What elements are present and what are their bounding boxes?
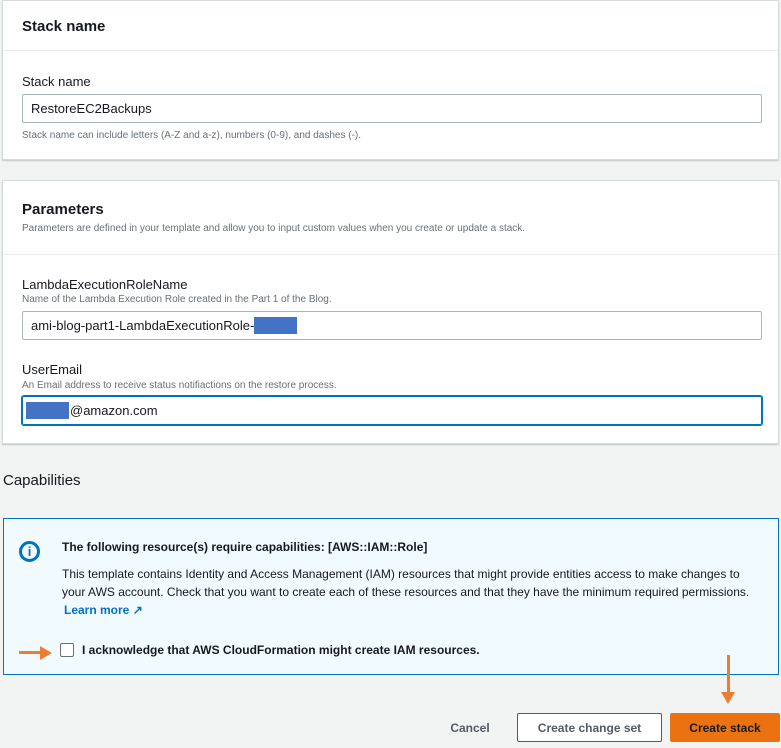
field-label: LambdaExecutionRoleName (22, 277, 188, 292)
redaction (26, 402, 69, 419)
panel-description: Parameters are defined in your template … (22, 223, 526, 234)
cancel-button[interactable]: Cancel (440, 713, 500, 742)
create-change-set-button[interactable]: Create change set (517, 713, 662, 742)
redaction (254, 317, 298, 334)
panel-title: Parameters (22, 201, 104, 218)
stack-name-hint: Stack name can include letters (A-Z and … (22, 130, 362, 141)
field-description: An Email address to receive status notif… (22, 380, 337, 391)
info-body: This template contains Identity and Acce… (62, 567, 750, 599)
panel-title: Stack name (22, 18, 106, 35)
input-value: @amazon.com (70, 403, 158, 418)
input-value: RestoreEC2Backups (31, 101, 152, 116)
capabilities-info-box: i The following resource(s) require capa… (3, 518, 779, 675)
info-icon: i (19, 541, 40, 562)
parameters-panel: Parameters Parameters are defined in you… (2, 180, 779, 444)
annotation-arrowhead-icon (40, 646, 52, 660)
annotation-arrowhead-icon (721, 692, 735, 704)
field-description: Name of the Lambda Execution Role create… (22, 294, 332, 305)
stack-name-panel: Stack name Stack name RestoreEC2Backups … (2, 0, 779, 160)
acknowledge-label[interactable]: I acknowledge that AWS CloudFormation mi… (82, 643, 480, 657)
acknowledge-checkbox[interactable] (60, 643, 74, 657)
input-value: ami-blog-part1-LambdaExecutionRole- (31, 318, 255, 333)
stack-name-label: Stack name (22, 74, 91, 89)
link-label: Learn more (64, 603, 130, 617)
learn-more-link[interactable]: Learn more ↗ (64, 603, 143, 617)
lambda-role-input[interactable]: ami-blog-part1-LambdaExecutionRole- (22, 311, 762, 340)
annotation-arrow-icon (727, 655, 730, 695)
capabilities-heading: Capabilities (3, 472, 81, 489)
create-stack-button[interactable]: Create stack (670, 713, 780, 742)
external-link-icon: ↗ (132, 603, 143, 617)
user-email-input[interactable]: @amazon.com (22, 396, 762, 425)
annotation-arrow-icon (19, 651, 41, 654)
info-title: The following resource(s) require capabi… (62, 540, 428, 554)
field-label: UserEmail (22, 362, 82, 377)
stack-name-input[interactable]: RestoreEC2Backups (22, 94, 762, 123)
